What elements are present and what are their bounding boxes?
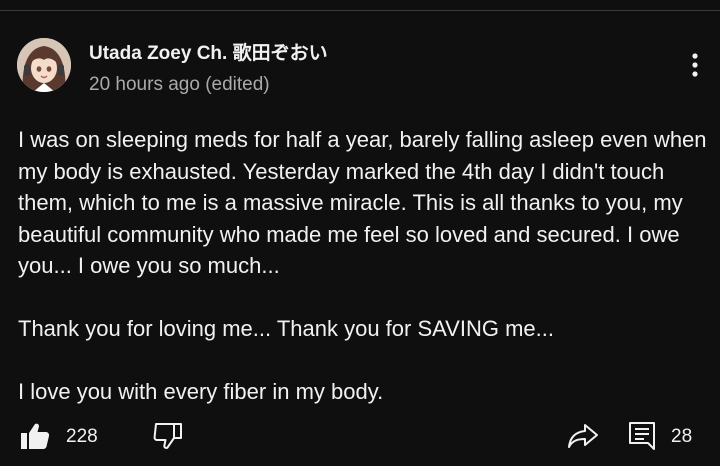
dislike-button[interactable] (151, 416, 185, 456)
comment-reply-icon (629, 422, 655, 450)
thumb-down-outline-icon (153, 423, 182, 449)
more-actions-button[interactable] (680, 50, 710, 80)
reply-button[interactable] (625, 416, 659, 456)
comment-paragraph: I love you with every fiber in my body. (18, 379, 384, 404)
like-count: 228 (66, 426, 98, 447)
comment-action-bar: 228 28 (0, 416, 720, 456)
comment-text: I was on sleeping meds for half a year, … (18, 124, 708, 408)
comment-author[interactable]: Utada Zoey Ch. 歌田ぞおい (89, 38, 328, 65)
reply-count[interactable]: 28 (671, 426, 692, 448)
avatar-image (17, 38, 71, 92)
like-button[interactable] (18, 416, 52, 456)
comment-paragraph: I was on sleeping meds for half a year, … (18, 127, 707, 278)
share-arrow-icon (568, 424, 598, 448)
share-button[interactable] (565, 416, 601, 456)
comment-paragraph: Thank you for loving me... Thank you for… (18, 316, 554, 341)
top-divider (0, 10, 720, 11)
thumb-up-filled-icon (21, 423, 50, 449)
more-vertical-icon (692, 53, 698, 77)
avatar[interactable] (17, 38, 71, 92)
comment-timestamp[interactable]: 20 hours ago (edited) (89, 74, 270, 96)
